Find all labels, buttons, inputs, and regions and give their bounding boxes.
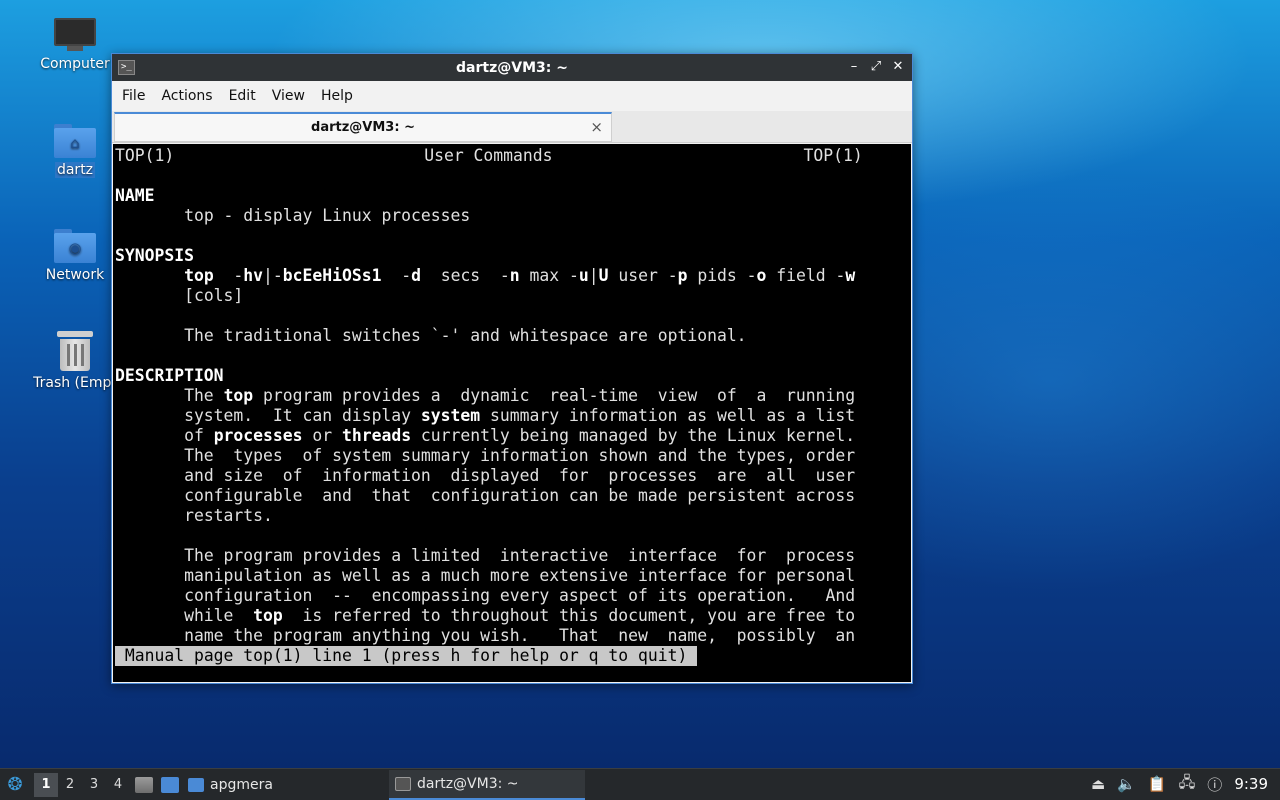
volume-icon[interactable]: 🔈: [1117, 775, 1136, 793]
task-label: apgmera: [210, 776, 273, 793]
workspace-4[interactable]: 4: [106, 777, 130, 792]
man-header-right: TOP(1): [803, 146, 863, 165]
section-description: DESCRIPTION: [115, 366, 224, 385]
tab-title: dartz@VM3: ~: [311, 120, 415, 135]
terminal-window: >_ dartz@VM3: ~ – ⤢ ✕ File Actions Edit …: [111, 53, 913, 684]
terminal-output[interactable]: TOP(1) User Commands TOP(1) NAME top - dis…: [113, 144, 911, 682]
menu-view[interactable]: View: [264, 88, 313, 104]
man-header-left: TOP(1): [115, 146, 175, 165]
notification-icon[interactable]: ⓘ: [1207, 774, 1222, 795]
minimize-icon[interactable]: –: [846, 57, 862, 77]
section-synopsis: SYNOPSIS: [115, 246, 194, 265]
task-label: dartz@VM3: ~: [417, 775, 519, 792]
menubar: File Actions Edit View Help: [112, 81, 912, 111]
menu-help[interactable]: Help: [313, 88, 361, 104]
tab-bar: dartz@VM3: ~ ×: [112, 111, 912, 143]
menu-actions[interactable]: Actions: [153, 88, 220, 104]
desktop-icon-label: dartz: [54, 162, 96, 178]
desc2-line: while top is referred to throughout this…: [115, 606, 856, 625]
desc2-line: manipulation as well as a much more exte…: [184, 566, 856, 585]
file-manager-launcher-icon[interactable]: [132, 773, 156, 797]
pager-status-line: Manual page top(1) line 1 (press h for h…: [115, 646, 698, 666]
workspace-1[interactable]: 1: [34, 772, 58, 797]
system-tray: ⏏ 🔈 📋 🖧 ⓘ 9:39: [1085, 769, 1280, 799]
desc-line: restarts.: [184, 506, 273, 525]
terminal-app-icon[interactable]: >_: [118, 60, 135, 75]
clipboard-icon[interactable]: 📋: [1148, 775, 1167, 793]
desc-line: of processes or threads currently being …: [115, 426, 856, 445]
tab-terminal[interactable]: dartz@VM3: ~ ×: [114, 112, 612, 142]
taskbar: ❂ 1 2 3 4 apgmera dartz@VM3: ~ ⏏ 🔈 📋 🖧 ⓘ…: [0, 768, 1280, 800]
workspace-2[interactable]: 2: [58, 777, 82, 792]
man-header-center: User Commands: [424, 146, 553, 165]
desc2-line: configuration -- encompassing every aspe…: [184, 586, 856, 605]
synopsis-note: The traditional switches `-' and whitesp…: [184, 326, 747, 345]
window-title: dartz@VM3: ~: [456, 59, 568, 76]
desktop-icon-label: Trash (Empt: [33, 375, 117, 391]
desc-line: configurable and that configuration can …: [184, 486, 856, 505]
task-terminal[interactable]: dartz@VM3: ~: [389, 769, 585, 800]
desc2-line: name the program anything you wish. That…: [184, 626, 856, 645]
workspace-3[interactable]: 3: [82, 777, 106, 792]
computer-icon: [54, 18, 96, 52]
name-line: top - display Linux processes: [184, 206, 471, 225]
close-icon[interactable]: ✕: [890, 57, 906, 77]
eject-icon[interactable]: ⏏: [1091, 775, 1105, 793]
window-titlebar[interactable]: >_ dartz@VM3: ~ – ⤢ ✕: [112, 54, 912, 81]
synopsis-wrap: [cols]: [184, 286, 244, 305]
desktop-icon-label: Network: [45, 267, 105, 283]
section-name: NAME: [115, 186, 155, 205]
desc2-line: The program provides a limited interacti…: [184, 546, 856, 565]
maximize-icon[interactable]: ⤢: [868, 57, 884, 77]
network-folder-icon: ◉: [54, 229, 96, 263]
folder-icon: [188, 777, 204, 792]
home-folder-icon: ⌂: [54, 124, 96, 158]
synopsis-line: top -hv|-bcEeHiOSs1 -d secs -n max -u|U …: [184, 266, 856, 285]
man-header: TOP(1) User Commands TOP(1): [115, 146, 911, 166]
desc-line: system. It can display system summary in…: [115, 406, 856, 425]
show-desktop-icon[interactable]: [158, 773, 182, 797]
desc-line: The top program provides a dynamic real-…: [115, 386, 856, 405]
desktop-icon-label: Computer: [40, 56, 110, 72]
clock[interactable]: 9:39: [1234, 775, 1268, 793]
desc-line: The types of system summary information …: [115, 446, 856, 465]
network-icon[interactable]: 🖧: [1179, 772, 1196, 797]
desc-line: and size of information displayed for pr…: [184, 466, 856, 485]
menu-file[interactable]: File: [114, 88, 153, 104]
task-apgmera[interactable]: apgmera: [182, 770, 279, 800]
tab-close-icon[interactable]: ×: [590, 118, 603, 136]
terminal-icon: [395, 776, 411, 791]
trash-icon: [57, 331, 93, 371]
menu-edit[interactable]: Edit: [221, 88, 264, 104]
start-menu-icon[interactable]: ❂: [0, 770, 30, 800]
